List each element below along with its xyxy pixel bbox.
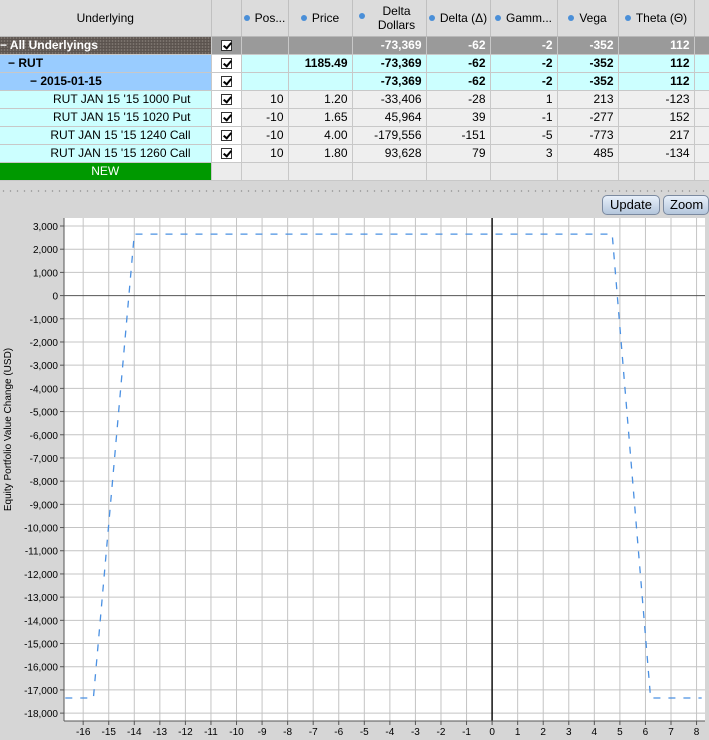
x-tick-label: -14: [127, 727, 142, 738]
x-tick-label: 3: [566, 727, 572, 738]
y-axis-label: Equity Portfolio Value Change (USD): [3, 348, 14, 511]
y-tick-label: -16,000: [24, 663, 58, 674]
x-tick-label: -2: [437, 727, 446, 738]
y-tick-label: 3,000: [33, 222, 58, 233]
x-tick-label: -3: [411, 727, 420, 738]
x-tick-label: -7: [309, 727, 318, 738]
y-tick-label: -17,000: [24, 686, 58, 697]
x-tick-label: -16: [76, 727, 91, 738]
x-tick-label: -8: [283, 727, 292, 738]
x-tick-label: 4: [592, 727, 598, 738]
x-tick-label: -6: [334, 727, 343, 738]
y-tick-label: 1,000: [33, 268, 58, 279]
y-tick-label: -18,000: [24, 709, 58, 720]
x-tick-label: 6: [643, 727, 649, 738]
x-tick-label: 8: [694, 727, 700, 738]
x-tick-label: -15: [102, 727, 117, 738]
y-tick-label: -11,000: [25, 547, 59, 558]
y-tick-label: 0: [52, 292, 58, 303]
x-tick-label: -13: [153, 727, 168, 738]
x-tick-label: -11: [204, 727, 218, 738]
y-tick-label: -5,000: [30, 408, 59, 419]
x-tick-label: -10: [229, 727, 244, 738]
y-tick-label: -1,000: [30, 315, 59, 326]
y-tick-label: -12,000: [24, 570, 58, 581]
x-tick-label: -4: [385, 727, 394, 738]
x-tick-label: -9: [258, 727, 267, 738]
y-tick-label: -13,000: [24, 593, 58, 604]
y-tick-label: -15,000: [24, 640, 58, 651]
y-tick-label: -3,000: [30, 361, 59, 372]
y-tick-label: -2,000: [30, 338, 59, 349]
y-tick-label: 2,000: [33, 245, 58, 256]
y-tick-label: -7,000: [30, 454, 59, 465]
y-tick-labels: 3,000 2,000 1,000 0 -1,000 -2,000 -3,000 -4,000…: [24, 222, 58, 720]
x-tick-label: 5: [617, 727, 623, 738]
x-tick-labels: -16 -15 -14 -13 -12 -11 -10 -9 -8 -7 -6 -5 -4 -3 -2 -1 0…: [76, 727, 700, 738]
y-tick-label: -4,000: [30, 384, 59, 395]
y-tick-label: -9,000: [30, 500, 59, 511]
x-tick-label: -5: [360, 727, 369, 738]
y-tick-label: -6,000: [30, 431, 59, 442]
x-tick-label: 2: [540, 727, 546, 738]
y-tick-label: -10,000: [24, 524, 58, 535]
x-tick-label: -1: [462, 727, 471, 738]
y-tick-label: -14,000: [24, 616, 58, 627]
x-tick-label: 1: [515, 727, 521, 738]
pnl-chart: 3,000 2,000 1,000 0 -1,000 -2,000 -3,000 -4,000…: [3, 218, 705, 738]
x-tick-label: 7: [668, 727, 674, 738]
x-tick-label: -12: [178, 727, 193, 738]
y-tick-label: -8,000: [30, 477, 59, 488]
x-tick-label: 0: [489, 727, 495, 738]
